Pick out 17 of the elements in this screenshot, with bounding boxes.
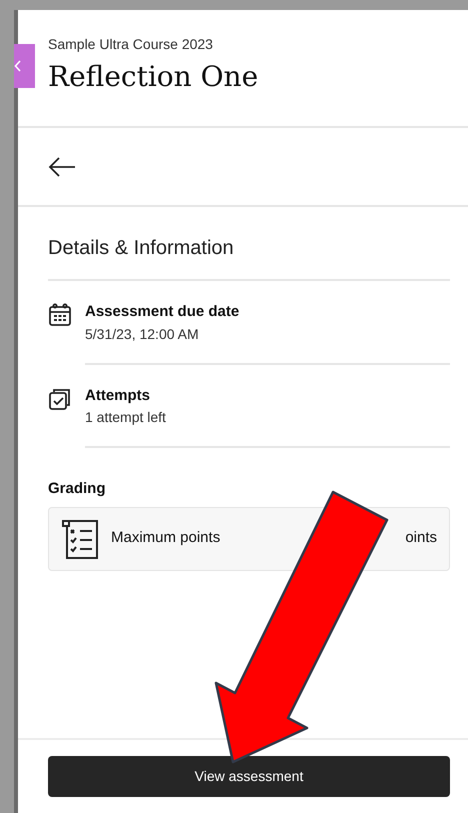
section-heading: Details & Information (48, 233, 450, 281)
back-arrow-icon (48, 156, 76, 176)
grading-value: oints (405, 528, 437, 548)
course-name: Sample Ultra Course 2023 (48, 35, 214, 54)
detail-value: 5/31/23, 12:00 AM (85, 324, 200, 344)
chevron-left-icon (14, 60, 22, 72)
back-arrow-button[interactable] (48, 156, 76, 176)
grading-heading: Grading (48, 479, 107, 499)
detail-value: 1 attempt left (85, 408, 167, 427)
calendar-icon (48, 303, 72, 327)
view-assessment-button[interactable]: View assessment (48, 756, 450, 797)
detail-label: Assessment due date (85, 302, 240, 322)
page-title: Reflection One (48, 59, 260, 94)
checkbox-stack-icon (48, 386, 72, 410)
checklist-icon (61, 518, 99, 560)
grading-label: Maximum points (111, 528, 222, 548)
detail-label: Attempts (85, 386, 152, 406)
